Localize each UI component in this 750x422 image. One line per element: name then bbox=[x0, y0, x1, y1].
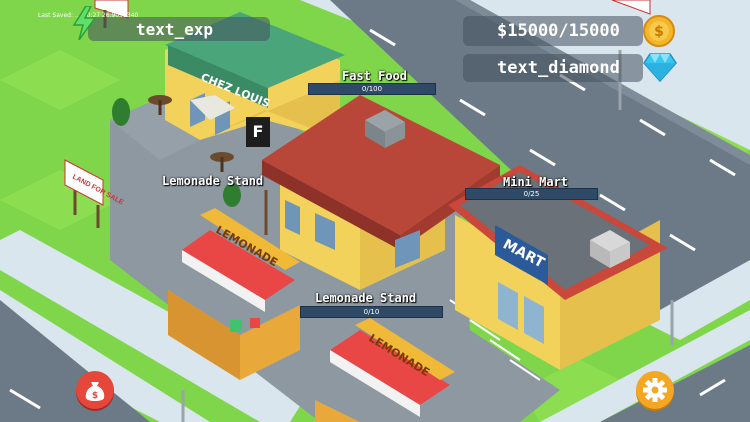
money-panel: $15000/15000 bbox=[463, 16, 643, 46]
diamond-icon bbox=[643, 52, 677, 83]
exp-panel: text_exp bbox=[88, 17, 270, 41]
svg-text:$: $ bbox=[92, 391, 98, 401]
diamond-panel: text_diamond bbox=[463, 54, 643, 82]
building-label-mini-mart[interactable]: Mini Mart bbox=[503, 175, 568, 189]
building-label-lemonade-stand-2[interactable]: Lemonade Stand bbox=[315, 291, 416, 305]
diamond-text: text_diamond bbox=[497, 58, 620, 78]
settings-button[interactable] bbox=[636, 371, 674, 409]
progress-text-mini-mart: 0/25 bbox=[523, 190, 540, 198]
money-bag-icon: $ bbox=[85, 382, 105, 401]
progress-text-lemonade-stand-2: 0/10 bbox=[363, 308, 380, 316]
building-label-fast-food[interactable]: Fast Food bbox=[342, 69, 407, 83]
shop-button[interactable]: $ bbox=[76, 371, 114, 409]
gear-icon bbox=[643, 378, 667, 402]
progress-text-fast-food: 0/100 bbox=[361, 85, 383, 93]
coin-icon: $ bbox=[643, 15, 675, 47]
money-text: $15000/15000 bbox=[497, 21, 620, 41]
progress-bar-mini-mart: 0/25 bbox=[465, 188, 598, 200]
building-label-lemonade-stand-1[interactable]: Lemonade Stand bbox=[162, 174, 263, 188]
svg-text:$: $ bbox=[654, 24, 664, 40]
progress-bar-fast-food: 0/100 bbox=[308, 83, 436, 95]
svg-text:F: F bbox=[253, 122, 264, 141]
lightning-icon bbox=[70, 5, 98, 41]
progress-bar-lemonade-stand-2: 0/10 bbox=[300, 306, 443, 318]
exp-text: text_exp bbox=[136, 20, 214, 39]
